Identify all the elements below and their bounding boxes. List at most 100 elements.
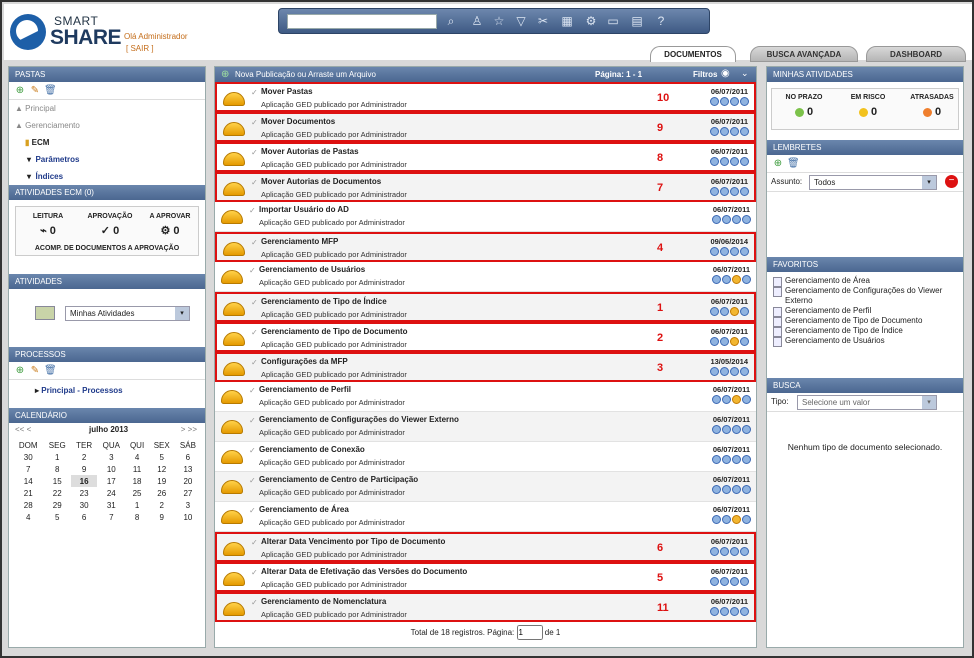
calendar-day[interactable]: 9 — [71, 463, 97, 475]
tipo-select[interactable]: Selecione um valor ▾ — [797, 395, 937, 410]
info-icon[interactable] — [710, 307, 719, 316]
atividades-select[interactable]: Minhas Atividades ▾ — [65, 306, 190, 321]
calendar-prev[interactable]: << < — [15, 425, 31, 434]
favorito-item[interactable]: Gerenciamento de Usuários — [767, 336, 963, 347]
info-icon[interactable] — [722, 395, 731, 404]
calendar-day[interactable]: 27 — [175, 487, 201, 499]
calendar-day[interactable]: 3 — [175, 499, 201, 511]
filters-link[interactable]: Filtros — [693, 70, 717, 79]
info-icon[interactable] — [722, 425, 731, 434]
info-icon[interactable] — [722, 275, 731, 284]
calendar-day[interactable]: 5 — [149, 451, 175, 463]
tools-icon[interactable]: ✂ — [535, 13, 551, 29]
document-row[interactable]: ✓ Gerenciamento de Nomenclatura Aplicação … — [215, 592, 756, 622]
info-icon[interactable] — [710, 337, 719, 346]
warning-icon[interactable] — [732, 275, 741, 284]
info-icon[interactable] — [732, 425, 741, 434]
info-icon[interactable] — [740, 367, 749, 376]
minhas-stat[interactable]: ATRASADAS 0 — [902, 94, 962, 118]
calendar-day[interactable]: 30 — [13, 451, 43, 463]
help-icon[interactable]: ? — [653, 13, 669, 29]
info-icon[interactable] — [742, 425, 751, 434]
warning-icon[interactable] — [730, 337, 739, 346]
document-row[interactable]: ✓ Configurações da MFP Aplicação GED publi… — [215, 352, 756, 382]
check-icon[interactable]: ✓ — [251, 118, 258, 127]
calendar-day[interactable]: 1 — [43, 451, 71, 463]
info-icon[interactable] — [740, 97, 749, 106]
calendar-day[interactable]: 10 — [97, 463, 125, 475]
check-icon[interactable]: ✓ — [249, 266, 256, 275]
minhas-stat[interactable]: EM RISCO 0 — [838, 94, 898, 118]
calendar-icon[interactable]: ▤ — [629, 13, 645, 29]
stat-leitura[interactable]: LEITURA ⌁ 0 — [18, 213, 78, 237]
info-icon[interactable] — [710, 247, 719, 256]
info-icon[interactable] — [712, 215, 721, 224]
calendar-day[interactable]: 6 — [71, 511, 97, 523]
info-icon[interactable] — [740, 307, 749, 316]
info-icon[interactable] — [730, 367, 739, 376]
info-icon[interactable] — [742, 455, 751, 464]
document-row[interactable]: ✓ Mover Documentos Aplicação GED publicado… — [215, 112, 756, 142]
info-icon[interactable] — [720, 367, 729, 376]
calendar-day[interactable]: 7 — [97, 511, 125, 523]
warning-icon[interactable] — [732, 395, 741, 404]
document-row[interactable]: ✓ Gerenciamento de Perfil Aplicação GED pu… — [215, 382, 756, 412]
info-icon[interactable] — [740, 337, 749, 346]
info-icon[interactable] — [712, 515, 721, 524]
info-icon[interactable] — [730, 97, 739, 106]
document-title[interactable]: Gerenciamento de Perfil — [259, 385, 351, 394]
document-title[interactable]: Gerenciamento de Nomenclatura — [261, 597, 386, 606]
check-icon[interactable]: ✓ — [249, 476, 256, 485]
info-icon[interactable] — [710, 547, 719, 556]
document-title[interactable]: Alterar Data de Efetivação das Versões d… — [261, 567, 467, 576]
tree-item-principal[interactable]: ▲ Principal — [9, 100, 205, 117]
info-icon[interactable] — [732, 215, 741, 224]
info-icon[interactable] — [740, 577, 749, 586]
calendar-day[interactable]: 2 — [71, 451, 97, 463]
info-icon[interactable] — [722, 215, 731, 224]
trash-icon[interactable]: 🗑 — [44, 85, 57, 97]
document-title[interactable]: Gerenciamento de Configurações do Viewer… — [259, 415, 459, 424]
calendar-day[interactable]: 22 — [43, 487, 71, 499]
info-icon[interactable] — [712, 485, 721, 494]
info-icon[interactable] — [740, 547, 749, 556]
document-row[interactable]: ✓ Gerenciamento de Tipo de Documento Aplic… — [215, 322, 756, 352]
info-icon[interactable] — [742, 275, 751, 284]
calendar-day[interactable]: 18 — [125, 475, 148, 487]
info-icon[interactable] — [712, 275, 721, 284]
calendar-day[interactable]: 12 — [149, 463, 175, 475]
add-icon[interactable]: ⊕ — [14, 85, 26, 97]
check-icon[interactable]: ✓ — [251, 358, 258, 367]
trash-icon[interactable]: 🗑 — [787, 158, 800, 170]
info-icon[interactable] — [722, 515, 731, 524]
info-icon[interactable] — [740, 157, 749, 166]
check-icon[interactable]: ✓ — [251, 88, 258, 97]
calendar-day[interactable]: 28 — [13, 499, 43, 511]
info-icon[interactable] — [720, 337, 729, 346]
search-input[interactable] — [287, 14, 437, 29]
add-icon[interactable]: ⊕ — [14, 365, 26, 377]
calendar-day[interactable]: 19 — [149, 475, 175, 487]
info-icon[interactable] — [730, 157, 739, 166]
document-row[interactable]: ✓ Gerenciamento de Conexão Aplicação GED p… — [215, 442, 756, 472]
info-icon[interactable] — [730, 607, 739, 616]
user-icon[interactable]: ♙ — [469, 13, 485, 29]
info-icon[interactable] — [710, 187, 719, 196]
calendar-day[interactable]: 31 — [97, 499, 125, 511]
info-icon[interactable] — [710, 157, 719, 166]
info-icon[interactable] — [742, 515, 751, 524]
add-publication-icon[interactable]: ⊕ — [221, 69, 229, 80]
remove-icon[interactable]: − — [945, 175, 958, 188]
favorito-item[interactable]: Gerenciamento de Área — [767, 276, 963, 287]
info-icon[interactable] — [720, 97, 729, 106]
warning-icon[interactable] — [732, 515, 741, 524]
calendar-day[interactable]: 7 — [13, 463, 43, 475]
add-icon[interactable]: ⊕ — [772, 158, 784, 170]
document-title[interactable]: Configurações da MFP — [261, 357, 348, 366]
calendar-day[interactable]: 3 — [97, 451, 125, 463]
check-icon[interactable]: ✓ — [251, 178, 258, 187]
report-icon[interactable]: ▦ — [559, 13, 575, 29]
calendar-day[interactable]: 4 — [13, 511, 43, 523]
calendar-day[interactable]: 17 — [97, 475, 125, 487]
settings-icon[interactable]: ⚙ — [583, 13, 599, 29]
